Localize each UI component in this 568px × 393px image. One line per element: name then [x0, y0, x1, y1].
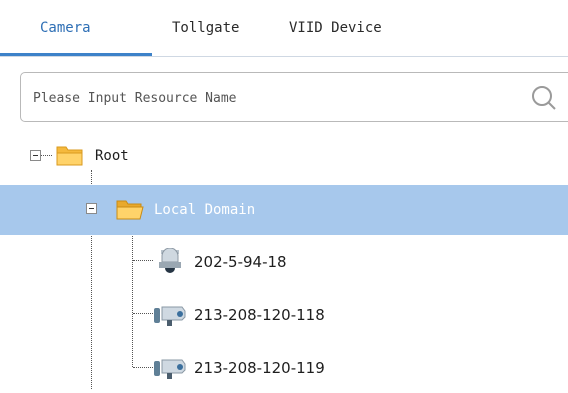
tree-node-label: Root: [95, 148, 129, 164]
tree-node-device[interactable]: 213-208-120-119: [0, 343, 568, 393]
search-icon[interactable]: [529, 83, 559, 113]
tree-node-local-domain[interactable]: Local Domain: [0, 185, 568, 235]
tab-viid-device[interactable]: VIID Device: [289, 20, 382, 36]
folder-open-icon: [116, 200, 144, 220]
tree-node-root[interactable]: Root: [0, 131, 568, 181]
dome-camera-icon: [159, 248, 181, 273]
tab-bar: Camera Tollgate VIID Device: [0, 0, 568, 57]
search-box: [20, 72, 568, 122]
active-tab-indicator: [0, 53, 152, 56]
resource-tree: Root Local Domain 202-5-94-18 213-208-12…: [0, 130, 568, 389]
tree-node-label: 213-208-120-119: [194, 359, 325, 377]
collapse-toggle[interactable]: [86, 203, 97, 214]
search-input[interactable]: [31, 85, 495, 111]
tree-node-device[interactable]: 213-208-120-118: [0, 290, 568, 340]
tree-node-label: 213-208-120-118: [194, 306, 325, 324]
collapse-toggle[interactable]: [30, 150, 41, 161]
folder-icon: [56, 146, 83, 166]
bullet-camera-icon: [154, 359, 186, 379]
tab-camera[interactable]: Camera: [40, 20, 91, 36]
tree-node-device[interactable]: 202-5-94-18: [0, 237, 568, 287]
bullet-camera-icon: [154, 306, 186, 326]
tree-node-label: 202-5-94-18: [194, 253, 287, 271]
tab-tollgate[interactable]: Tollgate: [172, 20, 239, 36]
tree-node-label: Local Domain: [154, 202, 256, 218]
